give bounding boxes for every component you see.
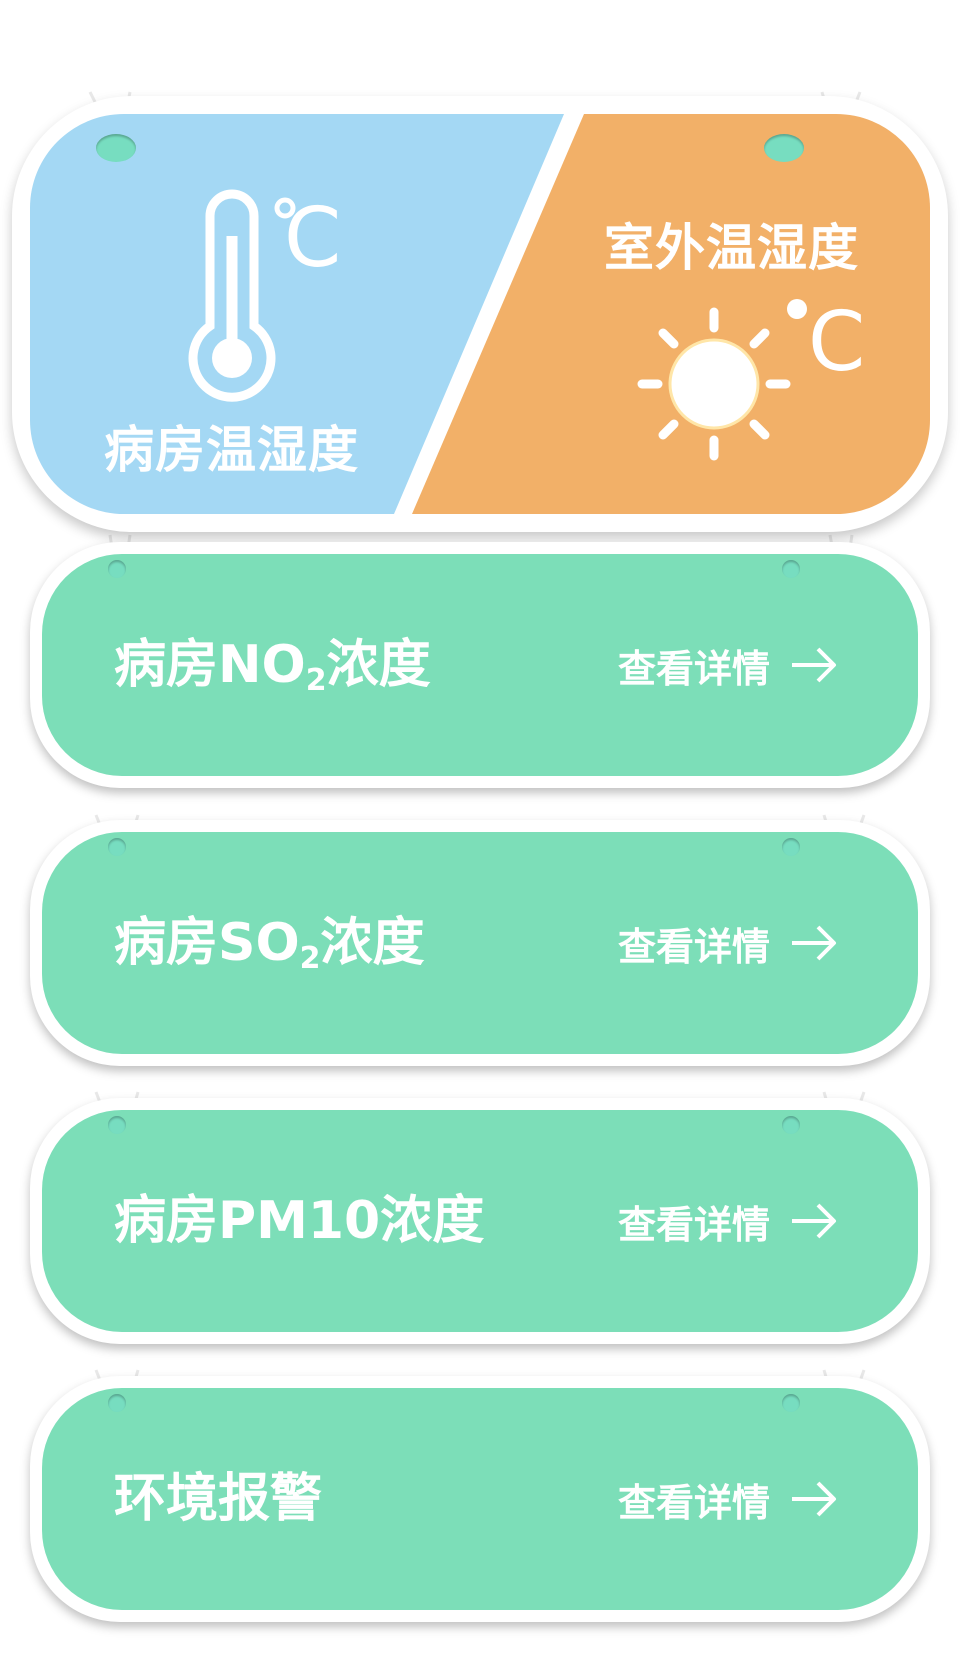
- card-hole: [782, 1116, 800, 1134]
- indoor-unit: C: [284, 191, 341, 286]
- card-title: 病房PM10浓度: [114, 1191, 485, 1251]
- arrow-right-icon: [792, 925, 837, 961]
- arrow-right-icon: [792, 1203, 837, 1239]
- card-hole: [782, 560, 800, 578]
- card-title: 病房NO2浓度: [114, 635, 431, 698]
- card-hole: [108, 1394, 126, 1412]
- indoor-label: 病房温湿度: [104, 421, 359, 479]
- pm10-card[interactable]: 病房PM10浓度 查看详情: [30, 1098, 930, 1344]
- card-body: 病房PM10浓度 查看详情: [42, 1110, 918, 1332]
- card-title: 环境报警: [114, 1469, 323, 1529]
- card-body: 病房NO2浓度 查看详情: [42, 554, 918, 776]
- card-hole: [108, 560, 126, 578]
- arrow-right-icon: [792, 647, 837, 683]
- card-hole: [108, 838, 126, 856]
- view-details-link[interactable]: 查看详情: [618, 916, 838, 970]
- outdoor-label: 室外温湿度: [604, 219, 859, 277]
- so2-card[interactable]: 病房SO2浓度 查看详情: [30, 820, 930, 1066]
- outdoor-hole: [764, 134, 804, 162]
- outdoor-unit: C: [808, 295, 865, 390]
- view-details-link[interactable]: 查看详情: [618, 1194, 838, 1248]
- no2-card[interactable]: 病房NO2浓度 查看详情: [30, 542, 930, 788]
- card-title: 病房SO2浓度: [114, 913, 425, 976]
- arrow-right-icon: [792, 1481, 837, 1517]
- card-hole: [108, 1116, 126, 1134]
- card-body: 环境报警 查看详情: [42, 1388, 918, 1610]
- card-hole: [782, 1394, 800, 1412]
- temperature-humidity-card: C C 病房温湿度 室外温湿度: [12, 96, 948, 532]
- environment-alarm-card[interactable]: 环境报警 查看详情: [30, 1376, 930, 1622]
- view-details-link[interactable]: 查看详情: [618, 1472, 838, 1526]
- card-hole: [782, 838, 800, 856]
- indoor-hole: [96, 134, 136, 162]
- view-details-link[interactable]: 查看详情: [618, 638, 838, 692]
- card-body: 病房SO2浓度 查看详情: [42, 832, 918, 1054]
